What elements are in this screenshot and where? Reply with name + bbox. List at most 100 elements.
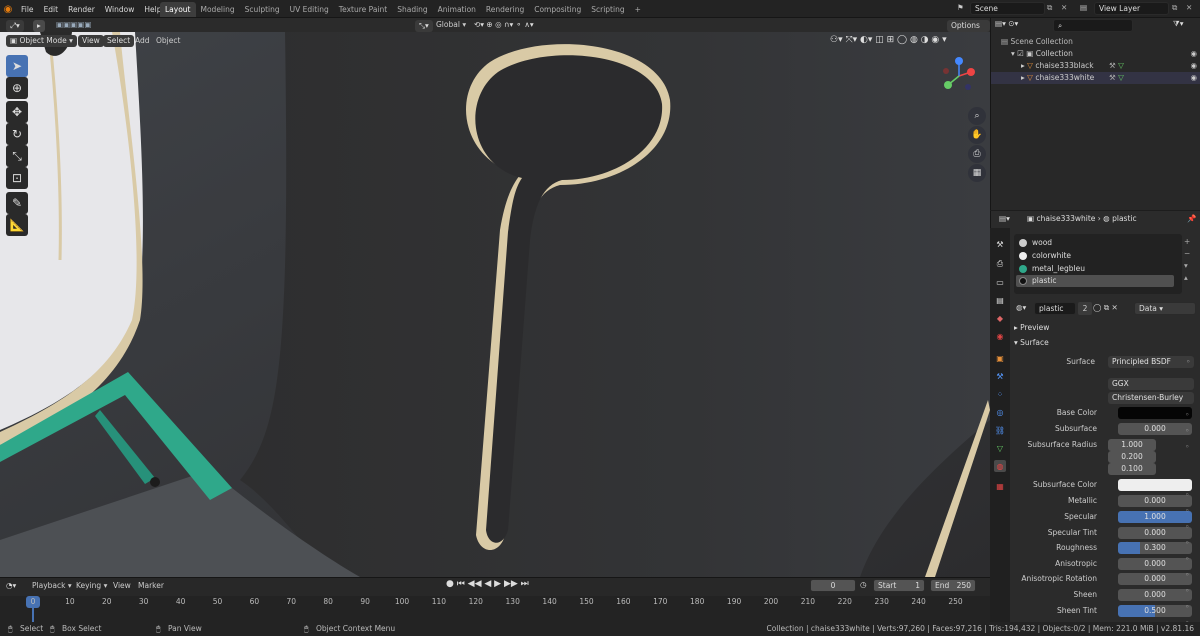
subsurface-field[interactable]: 0.000 <box>1118 423 1192 435</box>
pin-icon[interactable]: 📌 <box>1187 214 1196 223</box>
subsurface-color-swatch[interactable] <box>1118 479 1192 491</box>
slot-colorwhite[interactable]: colorwhite <box>1016 250 1174 262</box>
slot-list-controls[interactable]: + − ▾ ▴ <box>1184 236 1190 284</box>
options-button[interactable]: Options ▾ <box>947 20 990 42</box>
select-mode-icons[interactable]: ▣▣▣▣▣ <box>56 20 91 29</box>
slot-metal-legbleu[interactable]: metal_legbleu <box>1016 263 1174 275</box>
orientation-select[interactable]: Global ▾ <box>436 20 466 29</box>
transform-tool-icon[interactable]: ⊡ <box>6 167 28 189</box>
measure-tool-icon[interactable]: 📐 <box>6 214 28 236</box>
render-tab-icon[interactable]: ⎙ <box>994 258 1006 270</box>
viewport-shading-icons[interactable]: ⚇▾ ⤧▾ ◐▾ ◫ ⊞ ◯ ◍ ◑ ◉ ▾ <box>830 35 947 45</box>
modifier-icon[interactable]: ⚒ ▽ <box>1109 72 1124 84</box>
surface-shader-select[interactable]: Principled BSDF <box>1108 356 1194 368</box>
menu-object[interactable]: Object <box>156 35 180 47</box>
particles-tab-icon[interactable]: ⁘ <box>994 388 1006 400</box>
distribution-select[interactable]: GGX <box>1108 378 1194 390</box>
pan-hand-icon[interactable]: ✋ <box>968 126 986 144</box>
cursor-tool-icon[interactable]: ⊕ <box>6 77 28 99</box>
world-tab-icon[interactable]: ◉ <box>994 330 1006 342</box>
data-tab-icon[interactable]: ▽ <box>994 442 1006 454</box>
select-box-tool-icon[interactable]: ➤ <box>6 55 28 77</box>
view-layer-icon[interactable]: ▤ <box>1080 3 1087 12</box>
material-name-field[interactable]: plastic <box>1034 302 1076 315</box>
slot-wood[interactable]: wood <box>1016 237 1174 249</box>
visibility-eye-icon[interactable]: ◉ <box>1190 60 1197 72</box>
base-color-swatch[interactable] <box>1118 407 1192 419</box>
properties-editor-icon[interactable]: ▤▾ <box>999 214 1010 223</box>
anisotropic-rotation-field[interactable]: 0.000 <box>1118 573 1192 585</box>
scene-field[interactable]: Scene <box>970 2 1045 15</box>
collection-row[interactable]: ▾ ☑ ▣ Collection ◉ <box>991 48 1200 60</box>
tab-rendering[interactable]: Rendering <box>481 2 529 17</box>
outliner-item-chaise333black[interactable]: ▸ ▽ chaise333black ⚒ ▽ ◉ <box>991 60 1200 72</box>
anisotropic-field[interactable]: 0.000 <box>1118 558 1192 570</box>
preview-panel-header[interactable]: ▸ Preview <box>1014 323 1049 332</box>
scene-tab-icon[interactable]: ◆ <box>994 312 1006 324</box>
surface-panel-header[interactable]: ▾ Surface <box>1014 338 1049 347</box>
menu-marker[interactable]: Marker <box>138 581 164 590</box>
tab-uv-editing[interactable]: UV Editing <box>285 2 334 17</box>
transform-pivot-icon[interactable]: ⤡▾ <box>415 20 433 32</box>
metallic-field[interactable]: 0.000 <box>1118 495 1192 507</box>
specular-tint-field[interactable]: 0.000 <box>1118 527 1192 539</box>
material-users-count[interactable]: 2 <box>1078 302 1092 315</box>
playback-controls-icons[interactable]: ● ⏮ ◀◀ ◀ ▶ ▶▶ ⏭ <box>446 579 529 589</box>
tool-tab-icon[interactable]: ⚒ <box>994 238 1006 250</box>
specular-field[interactable]: 1.000 <box>1118 511 1192 523</box>
material-browse-icon[interactable]: ◍▾ <box>1016 303 1026 312</box>
visibility-eye-icon[interactable]: ◉ <box>1190 72 1197 84</box>
menu-playback[interactable]: Playback ▾ <box>32 581 72 590</box>
sheen-tint-field[interactable]: 0.500 <box>1118 605 1192 617</box>
menu-view-timeline[interactable]: View <box>113 581 131 590</box>
view-layer-field[interactable]: View Layer <box>1094 2 1169 15</box>
filter-icon[interactable]: ⧩▾ <box>1173 19 1183 29</box>
slot-plastic[interactable]: plastic <box>1016 275 1174 287</box>
tab-texture-paint[interactable]: Texture Paint <box>334 2 392 17</box>
scene-close-icon[interactable]: ✕ <box>1061 3 1067 12</box>
material-tab-icon[interactable]: ◍ <box>994 460 1006 472</box>
roughness-field[interactable]: 0.300 <box>1118 542 1192 554</box>
link-dot-icon[interactable]: ◦ <box>1186 356 1190 368</box>
subsurface-radius-z[interactable]: 0.100 <box>1108 463 1156 475</box>
modifier-tab-icon[interactable]: ⚒ <box>994 370 1006 382</box>
tab-compositing[interactable]: Compositing <box>529 2 586 17</box>
blender-logo-icon[interactable]: ◉ <box>0 0 16 18</box>
move-tool-icon[interactable]: ✥ <box>6 101 28 123</box>
material-link-select[interactable]: Data ▾ <box>1134 302 1196 315</box>
clock-icon[interactable]: ◷ <box>860 580 867 589</box>
navigation-gizmo-icon[interactable] <box>938 55 980 97</box>
object-tab-icon[interactable]: ▣ <box>994 352 1006 364</box>
output-tab-icon[interactable]: ▭ <box>994 276 1006 288</box>
scene-icon[interactable]: ⚑ <box>957 3 964 12</box>
tab-shading[interactable]: Shading <box>392 2 432 17</box>
menu-window[interactable]: Window <box>100 5 140 14</box>
menu-file[interactable]: File <box>16 5 39 14</box>
editor-type-icon[interactable]: ⤢▾ <box>6 20 24 32</box>
outliner-search-input[interactable]: ⌕ <box>1053 19 1133 32</box>
menu-keying[interactable]: Keying ▾ <box>76 581 107 590</box>
tool-select-icon[interactable]: ▸ <box>33 20 45 32</box>
view-layer-tab-icon[interactable]: ▤ <box>994 294 1006 306</box>
physics-tab-icon[interactable]: ◎ <box>994 406 1006 418</box>
annotate-tool-icon[interactable]: ✎ <box>6 192 28 214</box>
snap-icons[interactable]: ⟲▾ ⊕ ◎ ∩▾ ⚬ ∧▾ <box>474 20 534 29</box>
perspective-grid-icon[interactable]: ▦ <box>968 164 986 182</box>
tab-animation[interactable]: Animation <box>433 2 481 17</box>
modifier-icon[interactable]: ⚒ ▽ <box>1109 60 1124 72</box>
view-layer-close-icon[interactable]: ✕ <box>1186 3 1192 12</box>
subsurface-method-select[interactable]: Christensen-Burley <box>1108 392 1194 404</box>
scale-tool-icon[interactable]: ⤡ <box>6 145 28 167</box>
tab-scripting[interactable]: Scripting <box>586 2 629 17</box>
sheen-field[interactable]: 0.000 <box>1118 589 1192 601</box>
add-workspace-icon[interactable]: + <box>630 2 646 17</box>
start-frame-field[interactable]: Start 1 <box>873 579 925 592</box>
timeline-editor-icon[interactable]: ◔▾ <box>6 581 16 590</box>
menu-render[interactable]: Render <box>63 5 100 14</box>
view-layer-copy-icon[interactable]: ⧉ <box>1172 3 1177 13</box>
socket-link-icons[interactable]: ◦◦◦◦◦◦◦◦◦◦◦◦ <box>1185 407 1189 631</box>
menu-edit[interactable]: Edit <box>39 5 64 14</box>
rotate-tool-icon[interactable]: ↻ <box>6 123 28 145</box>
tab-modeling[interactable]: Modeling <box>196 2 240 17</box>
menu-view[interactable]: View <box>78 35 104 47</box>
